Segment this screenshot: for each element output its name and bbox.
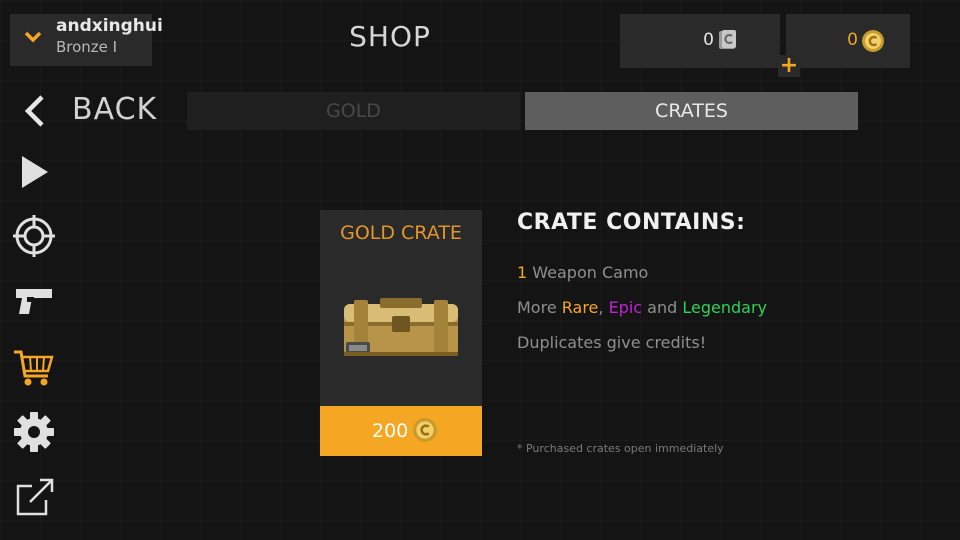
epic-label: Epic xyxy=(608,298,643,317)
rarity-line: More Rare, Epic and Legendary xyxy=(517,298,767,317)
rare-label: Rare xyxy=(561,298,599,317)
chevron-down-icon xyxy=(24,28,42,46)
crate-contains-heading: CRATE CONTAINS: xyxy=(517,210,746,235)
gold-coin-icon xyxy=(412,417,438,447)
camo-text: Weapon Camo xyxy=(527,263,649,282)
camo-line: 1 Weapon Camo xyxy=(517,263,648,282)
pistol-icon[interactable] xyxy=(12,280,56,324)
credits-amount: 0 xyxy=(703,30,714,50)
profile-button[interactable]: andxinghui Bronze I xyxy=(10,14,163,66)
external-link-icon[interactable] xyxy=(12,476,56,520)
duplicates-line: Duplicates give credits! xyxy=(517,333,707,352)
legendary-label: Legendary xyxy=(682,298,767,317)
gear-icon[interactable] xyxy=(12,410,56,454)
chevron-left-icon[interactable] xyxy=(22,94,50,132)
comma-text: , xyxy=(598,298,609,317)
more-text: More xyxy=(517,298,562,317)
cart-icon[interactable] xyxy=(12,346,56,390)
price-amount: 200 xyxy=(372,420,409,442)
camo-count: 1 xyxy=(517,263,528,282)
gold-coin-icon xyxy=(861,29,885,57)
crate-title: GOLD CRATE xyxy=(340,222,462,244)
username: andxinghui xyxy=(56,16,163,36)
credits-icon xyxy=(718,29,738,55)
gold-amount: 0 xyxy=(847,30,858,50)
tab-gold[interactable]: GOLD xyxy=(187,92,520,130)
crate-card[interactable]: GOLD CRATE 200 xyxy=(320,210,482,456)
footnote: * Purchased crates open immediately xyxy=(517,442,724,455)
back-button[interactable]: BACK xyxy=(72,92,157,127)
gold-crate-icon xyxy=(340,298,462,366)
add-gold-button[interactable]: + xyxy=(778,55,800,77)
crosshair-icon[interactable] xyxy=(12,214,56,258)
tab-crates[interactable]: CRATES xyxy=(525,92,858,130)
gold-balance: 0 xyxy=(786,14,910,68)
and-text: and xyxy=(642,298,683,317)
rank-label: Bronze I xyxy=(56,38,118,56)
play-icon[interactable] xyxy=(12,150,56,194)
page-title: SHOP xyxy=(349,20,431,53)
buy-crate-button[interactable]: 200 xyxy=(320,406,482,456)
credits-balance: 0 xyxy=(620,14,780,68)
